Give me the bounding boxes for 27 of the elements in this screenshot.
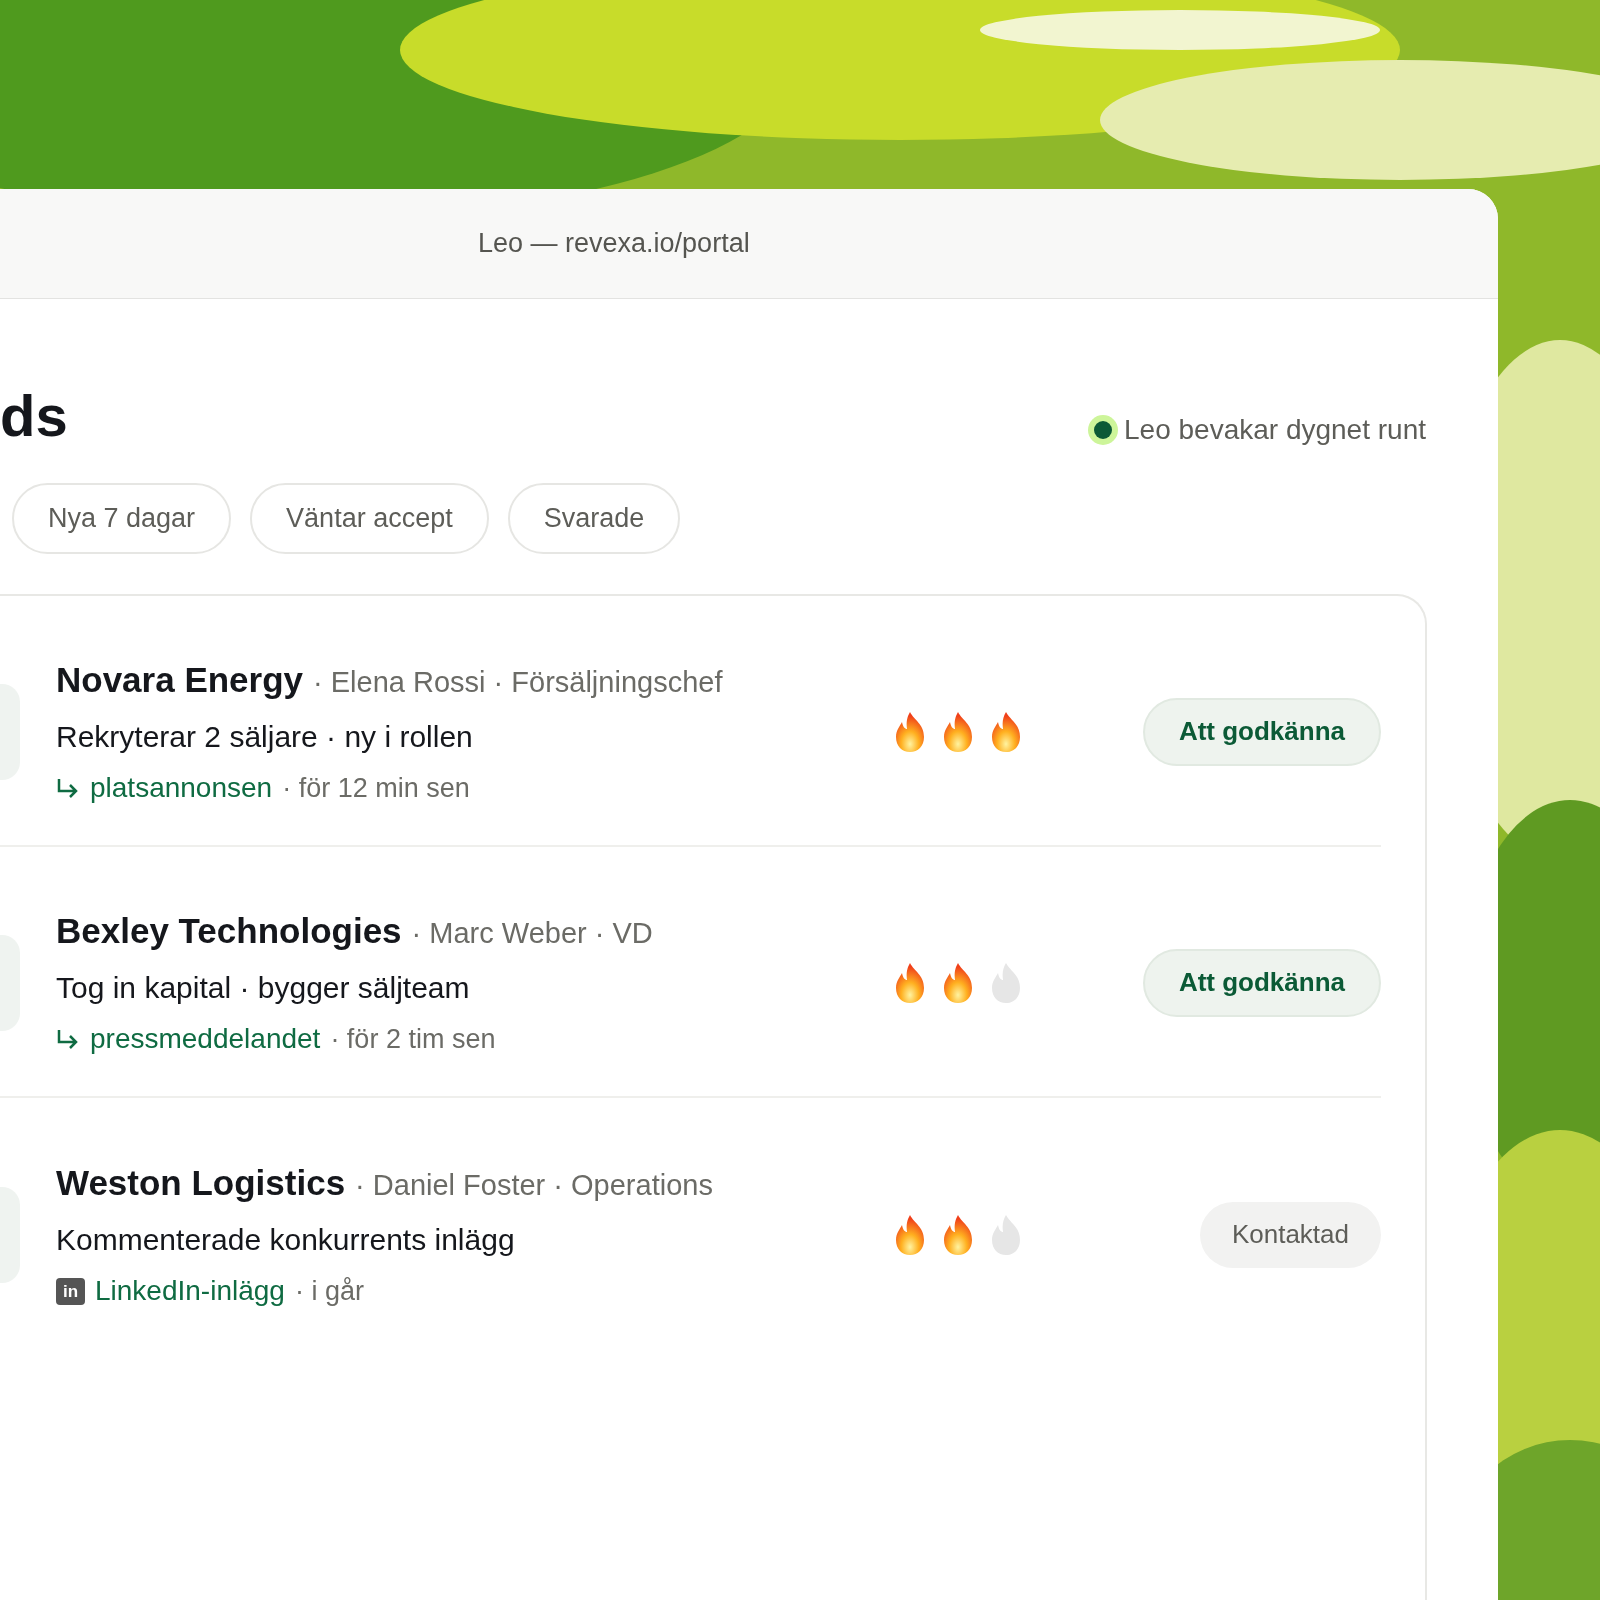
return-arrow-icon — [56, 777, 80, 800]
source-link[interactable]: LinkedIn-inlägg — [95, 1270, 285, 1313]
company-name[interactable]: Novara Energy — [56, 653, 304, 707]
return-arrow-icon — [56, 1028, 80, 1051]
status-text: Leo bevakar dygnet runt — [1124, 413, 1426, 447]
status-button[interactable]: Kontaktad — [1199, 1201, 1381, 1268]
contact-info: · Elena Rossi · Försäljningschef — [313, 664, 723, 700]
signal-text: Rekryterar 2 säljare · ny i rollen — [56, 719, 474, 756]
time-text: · för 12 min sen — [282, 772, 470, 805]
filter-chip[interactable]: Svarade — [507, 483, 681, 554]
time-text: · för 2 tim sen — [330, 1023, 496, 1056]
linkedin-icon: in — [56, 1277, 85, 1305]
approve-button[interactable]: Att godkänna — [1142, 948, 1381, 1017]
contact-info: · Marc Weber · VD — [411, 915, 653, 951]
filter-chip[interactable]: Nya 7 dagar — [12, 483, 232, 554]
company-name[interactable]: Weston Logistics — [56, 1156, 346, 1210]
source-link[interactable]: pressmeddelandet — [90, 1018, 321, 1061]
page-heading: ds — [0, 387, 68, 445]
source-link[interactable]: platsannonsen — [90, 767, 273, 810]
window-title: Leo — revexa.io/portal — [478, 227, 750, 261]
contact-info: · Daniel Foster · Operations — [355, 1167, 713, 1203]
signal-text: Tog in kapital · bygger säljteam — [56, 970, 471, 1007]
time-text: · i går — [294, 1275, 364, 1308]
approve-button[interactable]: Att godkänna — [1142, 697, 1381, 766]
signal-text: Kommenterade konkurrents inlägg — [56, 1222, 516, 1259]
company-name[interactable]: Bexley Technologies — [56, 904, 402, 958]
filter-chip[interactable]: Väntar accept — [250, 483, 489, 554]
